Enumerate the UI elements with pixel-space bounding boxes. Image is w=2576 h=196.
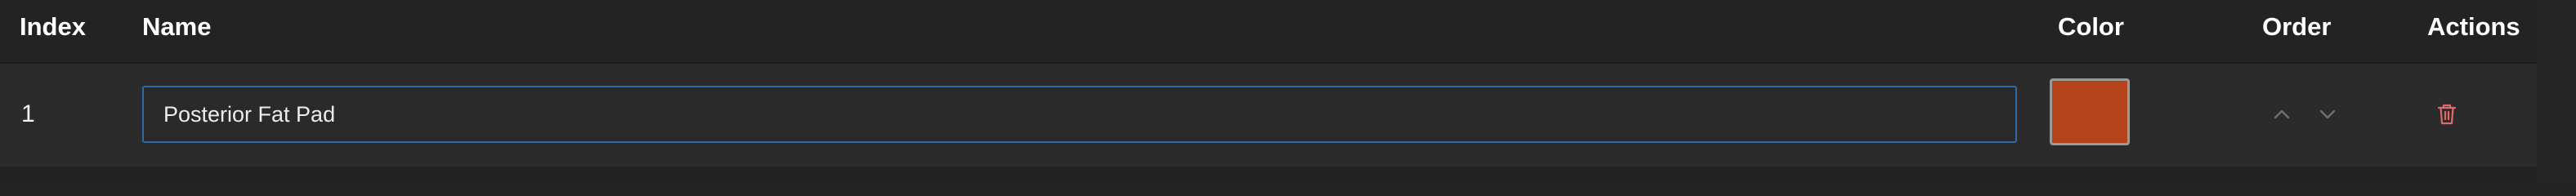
label-name-input[interactable] [142,86,2017,143]
table-row: 1 [0,62,2537,167]
table-header: Index Name Color Order Actions [0,0,2537,60]
move-up-button[interactable] [2265,98,2298,131]
column-header-actions: Actions [2427,12,2520,41]
labels-table: Index Name Color Order Actions 1 [0,0,2576,184]
move-down-button[interactable] [2311,98,2344,131]
column-header-order: Order [2262,12,2332,41]
column-header-color: Color [2058,12,2124,41]
table-footer-strip [0,167,2537,184]
row-index: 1 [21,100,35,127]
column-header-index: Index [20,12,86,41]
trash-icon [2437,104,2457,125]
delete-row-button[interactable] [2431,98,2463,131]
chevron-down-icon [2319,109,2336,119]
color-swatch-button[interactable] [2050,78,2130,145]
chevron-up-icon [2274,109,2290,119]
scrollbar-gutter [2537,0,2576,184]
column-header-name: Name [142,12,212,41]
